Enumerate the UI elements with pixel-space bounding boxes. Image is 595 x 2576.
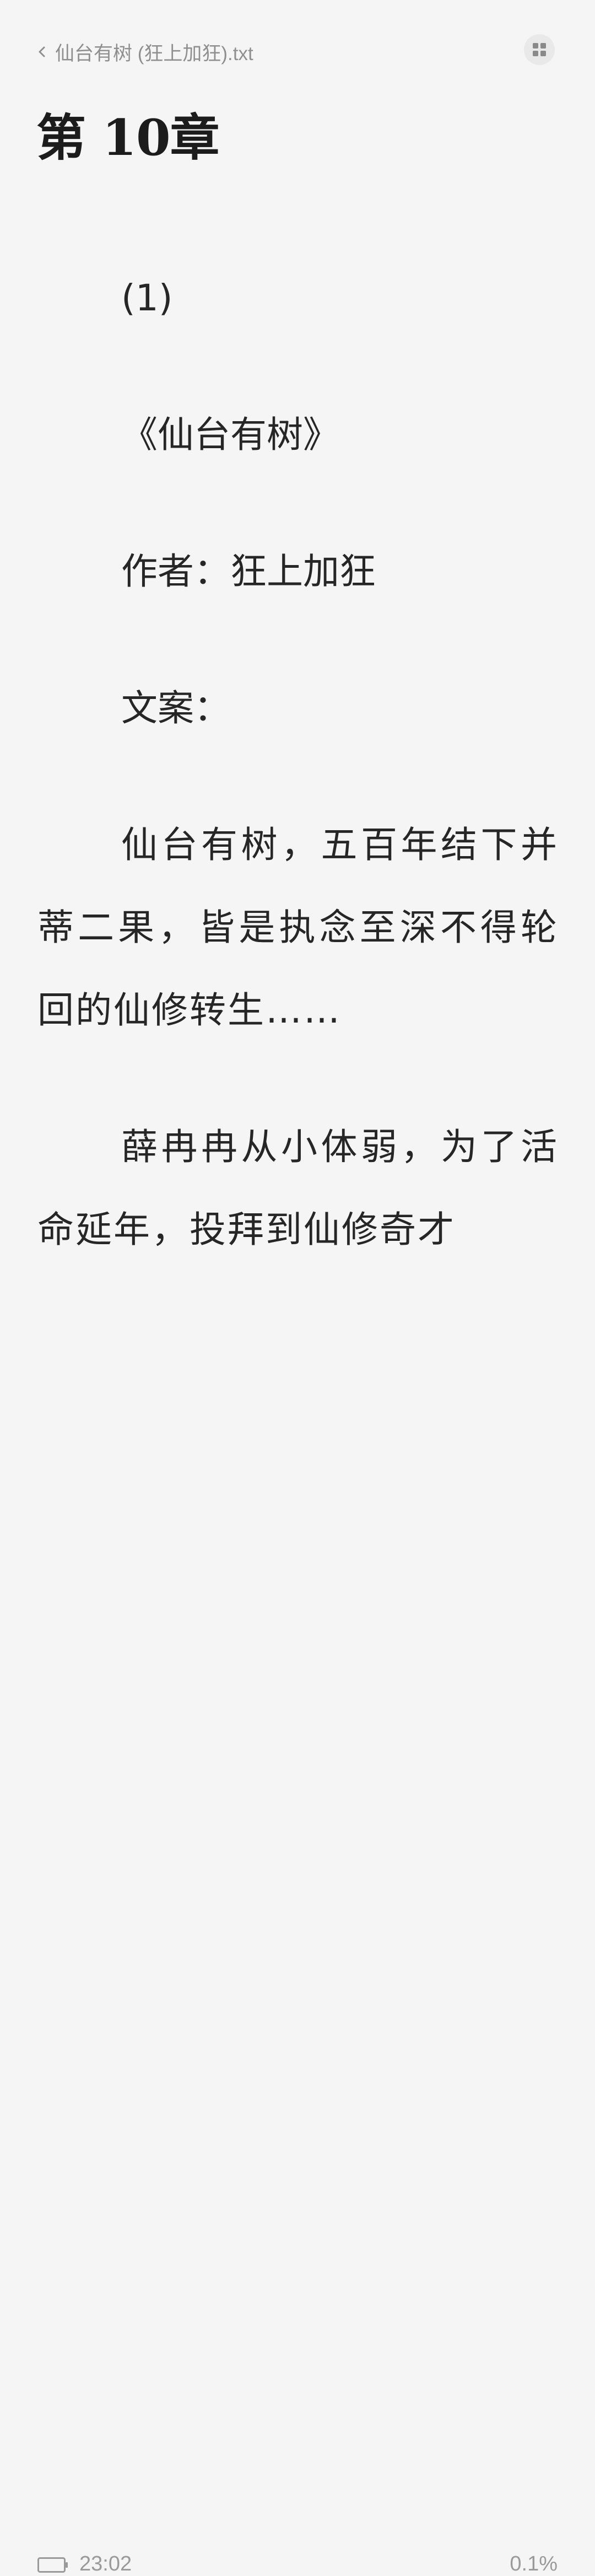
reading-progress: 0.1% <box>510 2552 558 2575</box>
paragraph: 《仙台有树》 <box>121 413 339 456</box>
menu-button[interactable] <box>524 34 555 65</box>
paragraph: (1) <box>121 277 173 319</box>
paragraph: 薛冉冉从小体弱，为了活命延年，投拜到仙修奇才 <box>37 1126 559 1251</box>
battery-icon <box>37 2557 68 2573</box>
back-button[interactable]: 仙台有树 (狂上加狂).txt <box>36 36 253 67</box>
grid-icon <box>533 43 546 56</box>
reading-content[interactable]: (1) 《仙台有树》 作者：狂上加狂 文案： 仙台有树，五百年结下并蒂二果，皆是… <box>37 257 559 1325</box>
paragraph: 文案： <box>121 687 230 729</box>
chapter-title: 第 10章 <box>36 109 220 167</box>
book-title: 仙台有树 (狂上加狂).txt <box>55 42 253 64</box>
reader-status-bar: 23:02 0.1% <box>0 1265 595 2575</box>
clock-time: 23:02 <box>79 2552 132 2575</box>
paragraph: 作者：狂上加狂 <box>121 550 376 593</box>
reader-top-bar: 仙台有树 (狂上加狂).txt <box>0 0 595 102</box>
paragraph: 仙台有树，五百年结下并蒂二果，皆是执念至深不得轮回的仙修转生…… <box>37 824 559 1031</box>
chevron-left-icon <box>39 46 45 57</box>
